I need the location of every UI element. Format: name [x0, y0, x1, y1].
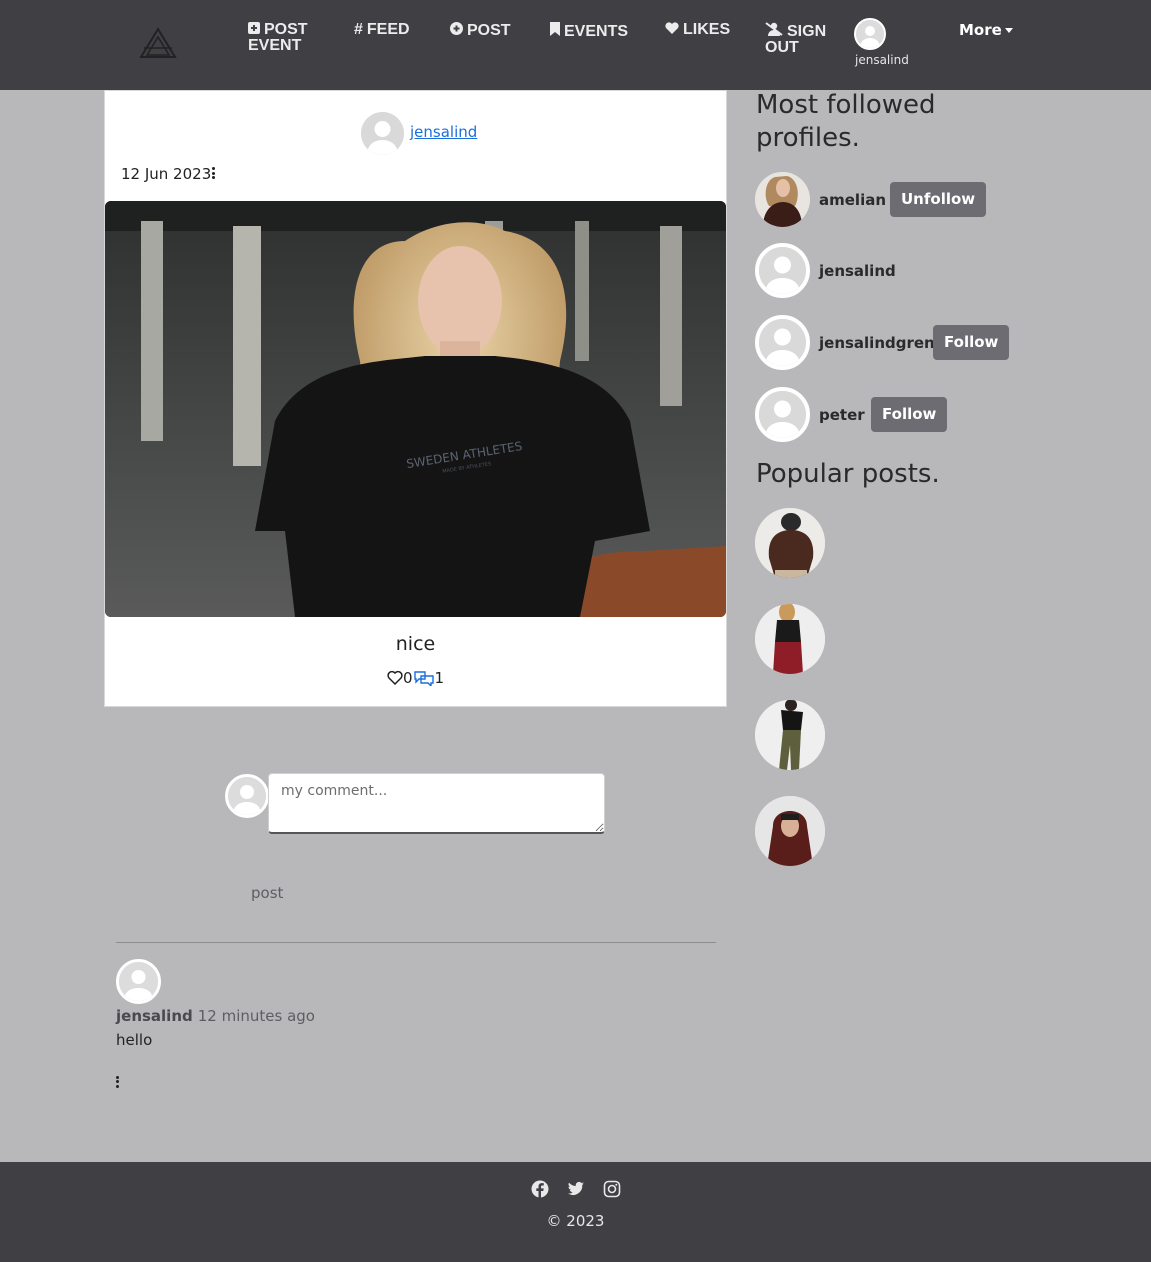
user-slash-icon	[765, 22, 783, 36]
profile-row: peter Follow	[755, 387, 955, 442]
nav-post-label: POST	[467, 22, 511, 39]
post-caption: nice	[395, 633, 436, 655]
profile-name[interactable]: amelian	[819, 191, 886, 209]
popular-post-thumbnail[interactable]	[755, 604, 825, 674]
nav-likes-label: LIKES	[683, 21, 731, 38]
comment-count: 1	[434, 668, 445, 687]
nav-user-avatar[interactable]	[854, 18, 886, 50]
follow-button[interactable]: Follow	[933, 325, 1010, 360]
post-date-row: 12 Jun 2023	[121, 165, 216, 183]
profile-photo	[755, 172, 810, 227]
popular-post-thumbnail[interactable]	[755, 796, 825, 866]
comment-options-icon[interactable]	[116, 1071, 120, 1090]
profile-row: jensalind	[755, 243, 955, 298]
nav-events-label: EVENTS	[564, 23, 629, 40]
nav-feed[interactable]: # FEED	[354, 22, 410, 38]
post-card: jensalind 12 Jun 2023 SWEDEN ATHLETES MA…	[104, 90, 727, 707]
post-date: 12 Jun 2023	[121, 165, 212, 183]
more-label: More	[959, 21, 1002, 39]
default-avatar-icon	[759, 319, 806, 366]
navbar: POST EVENT # FEED POST EVENTS LIKES SIGN …	[0, 0, 1151, 90]
unfollow-button[interactable]: Unfollow	[890, 182, 987, 217]
default-avatar-icon	[759, 247, 806, 294]
profile-name[interactable]: jensalindgren	[819, 334, 935, 352]
comment-avatar[interactable]	[116, 959, 161, 1004]
heart-icon	[665, 22, 679, 34]
comment-form-avatar	[225, 774, 269, 818]
facebook-icon[interactable]	[531, 1180, 549, 1198]
profile-avatar[interactable]	[755, 243, 810, 298]
nav-post-event[interactable]: POST EVENT	[248, 22, 318, 54]
nav-username[interactable]: jensalind	[855, 53, 909, 67]
bookmark-icon	[550, 22, 560, 36]
plus-square-icon	[248, 22, 260, 34]
popular-post-photo	[755, 700, 825, 770]
post-comment-button[interactable]: post	[251, 884, 283, 902]
like-count: 0	[402, 668, 413, 687]
twitter-icon[interactable]	[567, 1180, 585, 1198]
hash-icon: #	[354, 21, 363, 38]
triangle-logo-icon[interactable]	[138, 26, 178, 60]
comment-time: 12 minutes ago	[197, 1007, 315, 1025]
comments-icon[interactable]	[413, 670, 435, 688]
profile-row: amelian Unfollow	[755, 172, 1015, 227]
nav-sign-out[interactable]: SIGN OUT	[765, 22, 835, 56]
profiles-title: Most followed profiles.	[756, 90, 936, 153]
popular-title: Popular posts.	[756, 459, 940, 489]
profile-name[interactable]: peter	[819, 406, 865, 424]
profile-avatar[interactable]	[755, 172, 810, 227]
footer: © 2023	[0, 1162, 1151, 1262]
default-avatar-icon	[856, 20, 884, 48]
post-author-avatar[interactable]	[361, 112, 404, 155]
copyright-text: © 2023	[546, 1212, 605, 1230]
comment-meta: jensalind 12 minutes ago	[116, 1007, 315, 1025]
default-avatar-icon	[119, 962, 158, 1001]
popular-post-photo	[755, 796, 825, 866]
nav-post[interactable]: POST	[450, 22, 511, 39]
post-options-icon[interactable]	[212, 166, 216, 181]
instagram-icon[interactable]	[603, 1180, 621, 1198]
more-dropdown[interactable]: More	[959, 21, 1013, 39]
popular-post-photo	[755, 508, 825, 578]
comment-input[interactable]	[268, 773, 605, 834]
profile-avatar[interactable]	[755, 315, 810, 370]
popular-post-photo	[755, 604, 825, 674]
profile-avatar[interactable]	[755, 387, 810, 442]
post-stats: 01	[105, 668, 726, 688]
default-avatar-icon	[361, 112, 404, 155]
follow-button[interactable]: Follow	[871, 397, 948, 432]
profile-row: jensalindgren Follow	[755, 315, 1015, 370]
default-avatar-icon	[228, 777, 266, 815]
post-author-link[interactable]: jensalind	[410, 123, 477, 141]
caret-down-icon	[1004, 28, 1013, 33]
default-avatar-icon	[759, 391, 806, 438]
plus-circle-icon	[450, 22, 463, 35]
post-image[interactable]: SWEDEN ATHLETES MADE BY ATHLETES	[105, 201, 726, 617]
comments-divider	[116, 942, 716, 943]
popular-post-thumbnail[interactable]	[755, 700, 825, 770]
nav-events[interactable]: EVENTS	[550, 22, 628, 40]
heart-outline-icon[interactable]	[387, 670, 403, 686]
popular-post-thumbnail[interactable]	[755, 508, 825, 578]
profile-name[interactable]: jensalind	[819, 262, 896, 280]
nav-feed-label: FEED	[366, 21, 410, 38]
post-photo: SWEDEN ATHLETES MADE BY ATHLETES	[105, 201, 726, 617]
comment-author[interactable]: jensalind	[116, 1007, 193, 1025]
nav-likes[interactable]: LIKES	[665, 22, 730, 38]
comment-text: hello	[116, 1031, 153, 1049]
